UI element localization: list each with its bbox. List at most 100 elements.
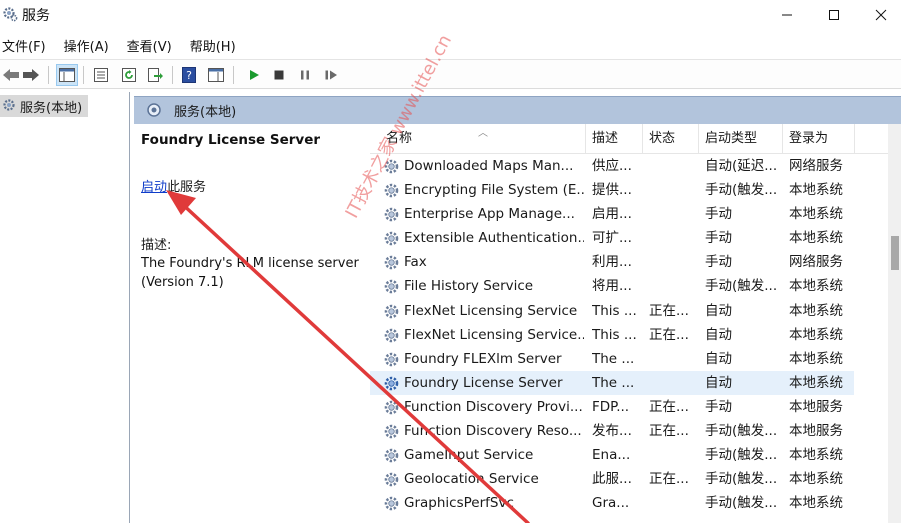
pause-service-button[interactable] [294, 64, 316, 86]
service-status [649, 178, 699, 202]
service-startup-type: 手动 [705, 398, 732, 415]
service-name: GraphicsPerfSvc [404, 495, 514, 512]
forward-button[interactable] [20, 64, 42, 86]
vertical-scrollbar[interactable] [888, 124, 901, 523]
menu-action[interactable]: 操作(A) [64, 33, 109, 57]
table-row[interactable]: Fax 利用... 手动 网络服务 [370, 250, 854, 274]
table-row[interactable]: Enterprise App Manage... 启用... 手动 本地系统 [370, 202, 854, 226]
close-button[interactable] [858, 0, 901, 30]
table-row[interactable]: File History Service 将用... 手动(触发... 本地系统 [370, 274, 854, 298]
table-row[interactable]: Foundry FLEXlm Server The ... 自动 本地系统 [370, 347, 854, 371]
service-name-title: Foundry License Server [141, 132, 321, 148]
table-row[interactable]: Function Discovery Reso... 发布... 正在... 手… [370, 419, 854, 443]
service-gear-icon [384, 256, 399, 270]
search-gear-icon [147, 102, 161, 117]
service-description-panel: Foundry License Server 启动此服务 描述: The Fou… [134, 124, 370, 523]
table-row[interactable]: FlexNet Licensing Service This ... 正在...… [370, 299, 854, 323]
service-description: 启用... [592, 206, 632, 223]
play-icon [250, 70, 259, 80]
service-name: FlexNet Licensing Service [404, 302, 578, 319]
service-description: The ... [592, 350, 635, 367]
column-header-description[interactable]: 描述 [586, 124, 643, 154]
service-status [649, 491, 699, 515]
services-list: 名称 ︿ 描述 状态 启动类型 登录为 Downloaded Maps Man.… [370, 124, 901, 523]
toolbar-separator [48, 66, 49, 84]
table-row[interactable]: Geolocation Service 此服... 正在... 手动(触发...… [370, 467, 854, 491]
service-status [649, 443, 699, 467]
service-startup-type: 手动(触发... [705, 471, 778, 488]
service-log-on-as: 本地系统 [789, 302, 843, 319]
show-console-tree-button[interactable] [56, 64, 78, 86]
svg-text:?: ? [186, 69, 192, 82]
start-service-link[interactable]: 启动 [141, 180, 167, 195]
table-row[interactable]: GameInput Service Ena... 手动(触发... 本地系统 [370, 443, 854, 467]
service-startup-type: 手动(触发... [705, 278, 778, 295]
service-startup-type: 手动(触发... [705, 182, 778, 199]
pause-icon [301, 70, 309, 80]
back-arrow-icon [3, 69, 19, 81]
table-row[interactable]: Function Discovery Provi... FDP... 正在...… [370, 395, 854, 419]
service-description: 将用... [592, 278, 632, 295]
properties-button[interactable] [90, 64, 112, 86]
service-log-on-as: 本地系统 [789, 182, 843, 199]
service-startup-type: 手动 [705, 206, 732, 223]
export-list-button[interactable] [144, 64, 166, 86]
service-startup-type: 自动 [705, 350, 732, 367]
service-log-on-as: 本地系统 [789, 374, 843, 391]
help-button[interactable]: ? [178, 64, 200, 86]
service-log-on-as: 网络服务 [789, 158, 843, 174]
service-description: The ... [592, 374, 635, 391]
start-service-button[interactable] [243, 64, 265, 86]
scrollbar-thumb[interactable] [891, 236, 899, 270]
column-header-status[interactable]: 状态 [643, 124, 699, 154]
service-startup-type: 自动(延迟... [705, 158, 778, 174]
service-name: Fax [404, 254, 427, 271]
service-gear-icon [384, 207, 399, 222]
table-row[interactable]: Encrypting File System (E... 提供... 手动(触发… [370, 178, 854, 202]
service-name: GameInput Service [404, 447, 534, 464]
tree-item-services-local[interactable]: 服务(本地) [0, 95, 88, 117]
menu-help[interactable]: 帮助(H) [190, 33, 236, 57]
refresh-icon [122, 68, 136, 82]
service-description: Gra... [592, 495, 630, 512]
menu-view[interactable]: 查看(V) [127, 33, 172, 57]
service-startup-type: 手动(触发... [705, 447, 778, 464]
service-name: Extensible Authentication... [404, 230, 584, 247]
table-row[interactable]: FlexNet Licensing Service... This ... 正在… [370, 323, 854, 347]
service-gear-icon [384, 352, 399, 367]
restart-service-button[interactable] [320, 64, 342, 86]
service-name: Geolocation Service [404, 471, 539, 488]
services-rows: Downloaded Maps Man... 供应... 自动(延迟... 网络… [370, 154, 901, 515]
service-log-on-as: 本地系统 [789, 350, 843, 367]
maximize-button[interactable] [811, 0, 857, 30]
forward-arrow-icon [23, 69, 39, 81]
service-startup-type: 自动 [705, 326, 732, 343]
minimize-button[interactable] [764, 0, 810, 30]
service-status [649, 226, 699, 250]
column-header-log-on-as[interactable]: 登录为 [783, 124, 855, 154]
show-action-pane-button[interactable] [205, 64, 227, 86]
stop-service-button[interactable] [268, 64, 290, 86]
console-tree: 服务(本地) [0, 92, 130, 523]
column-header-startup-type[interactable]: 启动类型 [699, 124, 783, 154]
service-name: Function Discovery Provi... [404, 398, 583, 415]
service-startup-type: 自动 [705, 374, 732, 391]
service-status [649, 202, 699, 226]
refresh-button[interactable] [118, 64, 140, 86]
menu-file[interactable]: 文件(F) [2, 33, 46, 57]
service-description: 利用... [592, 254, 632, 271]
service-log-on-as: 本地系统 [789, 206, 843, 223]
table-row[interactable]: Downloaded Maps Man... 供应... 自动(延迟... 网络… [370, 154, 854, 178]
back-button[interactable] [0, 64, 22, 86]
stop-icon [274, 70, 284, 80]
service-description: This ... [592, 302, 637, 319]
table-row[interactable]: GraphicsPerfSvc Gra... 手动(触发... 本地系统 [370, 491, 854, 515]
service-description: 供应... [592, 158, 632, 174]
service-status [649, 347, 699, 371]
service-gear-icon [384, 400, 399, 415]
table-row-selected[interactable]: Foundry License Server The ... 自动 本地系统 [370, 370, 854, 395]
service-status: 正在... [649, 326, 689, 343]
table-row[interactable]: Extensible Authentication... 可扩... 手动 本地… [370, 226, 854, 250]
service-log-on-as: 本地系统 [789, 326, 843, 343]
service-name: Encrypting File System (E... [404, 182, 584, 199]
